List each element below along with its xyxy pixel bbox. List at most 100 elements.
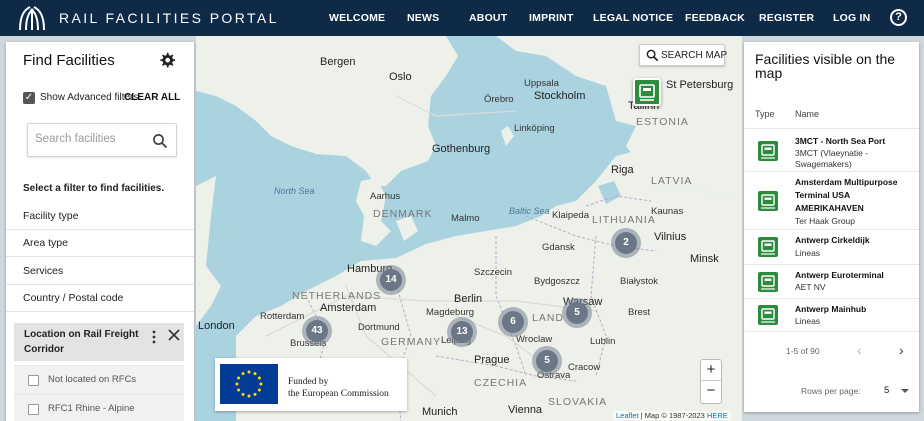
panel-title: Facilities visible on the map: [755, 51, 896, 81]
rfc-option-checkbox[interactable]: [28, 375, 39, 386]
map-copyright: | Map © 1987-2023: [640, 411, 705, 420]
funding-text: Funded by the European Commission: [288, 376, 389, 400]
place-bydgoszcz: Bydgoszcz: [534, 276, 580, 287]
column-header-type[interactable]: Type: [755, 109, 775, 119]
leaflet-link[interactable]: Leaflet: [616, 411, 639, 420]
clear-all-button[interactable]: CLEAR ALL: [124, 92, 180, 103]
terminal-icon: [758, 237, 778, 257]
facility-operator: Ter Haak Group: [795, 216, 855, 226]
eu-flag-icon: [220, 364, 278, 404]
terminal-icon: [639, 84, 655, 101]
map-cluster-43[interactable]: 43: [302, 316, 332, 346]
cluster-count: 2: [615, 232, 637, 254]
rows-per-page-select[interactable]: 5: [884, 385, 889, 396]
chevron-down-icon[interactable]: [901, 389, 909, 393]
brand-title: RAIL FACILITIES PORTAL: [59, 10, 279, 26]
place-dortmund: Dortmund: [358, 322, 400, 333]
panel-title: Find Facilities: [23, 52, 115, 69]
rfc-option-checkbox[interactable]: [28, 404, 39, 415]
place-vienna: Vienna: [508, 404, 543, 416]
nav-register[interactable]: REGISTER: [759, 12, 814, 24]
nav-about[interactable]: ABOUT: [469, 12, 507, 24]
place-netherlands: NETHERLANDS: [292, 290, 382, 302]
cluster-count: 5: [566, 302, 588, 324]
zoom-in-button[interactable]: +: [701, 360, 721, 381]
map-cluster-13[interactable]: 13: [447, 317, 477, 347]
place-st-petersburg: St Petersburg: [666, 79, 734, 91]
zoom-out-button[interactable]: −: [701, 381, 721, 402]
nav-imprint[interactable]: IMPRINT: [529, 12, 574, 24]
place-london: London: [198, 320, 235, 332]
cluster-count: 14: [380, 269, 402, 291]
cluster-count: 13: [451, 321, 473, 343]
nav-news[interactable]: NEWS: [407, 12, 439, 24]
facility-name: Antwerp Cirkeldijk: [795, 235, 870, 245]
place-czechia: CZECHIA: [474, 377, 528, 389]
zoom-control: + −: [700, 359, 722, 404]
map-cluster-5[interactable]: 5: [562, 298, 592, 328]
show-advanced-checkbox[interactable]: ✓: [23, 92, 35, 104]
search-facilities-box: [27, 123, 177, 157]
rfc-option-label: RFC1 Rhine - Alpine: [48, 403, 135, 414]
place-klaipeda: Klaipeda: [552, 210, 589, 221]
search-map-button[interactable]: SEARCH MAP: [639, 44, 727, 66]
rfc-filter-title: Location on Rail Freight Corridor: [24, 329, 139, 355]
nav-welcome[interactable]: WELCOME: [329, 12, 385, 24]
place-malmo: Malmo: [451, 213, 480, 224]
chevron-left-icon[interactable]: ‹: [857, 343, 869, 357]
map-cluster-6[interactable]: 6: [498, 307, 528, 337]
facility-row[interactable]: Amsterdam Multipurpose Terminal USA AMER…: [744, 172, 919, 230]
facility-row[interactable]: 3MCT - North Sea Port 3MCT (Vlaeynatie -…: [744, 129, 919, 172]
facility-row[interactable]: Antwerp Mainhub Lineas: [744, 299, 919, 332]
nav-feedback[interactable]: FEEDBACK: [685, 12, 745, 24]
place-latvia: LATVIA: [651, 175, 693, 187]
nav-legal-notice[interactable]: LEGAL NOTICE: [593, 12, 673, 24]
search-icon[interactable]: [152, 133, 168, 149]
cluster-count: 6: [502, 311, 524, 333]
filter-services[interactable]: Services: [6, 258, 194, 285]
place-bialystok: Białystok: [620, 276, 659, 287]
facility-row[interactable]: Antwerp Euroterminal AET NV: [744, 265, 919, 299]
more-options-icon[interactable]: [151, 330, 157, 344]
facility-marker-icon[interactable]: [633, 78, 661, 106]
place-berlin: Berlin: [454, 293, 483, 305]
filter-area-type[interactable]: Area type: [6, 230, 194, 257]
place-germany: GERMANY: [381, 336, 442, 348]
place-lithuania: LITHUANIA: [592, 214, 656, 226]
rfc-option[interactable]: RFC1 Rhine - Alpine: [14, 394, 184, 421]
column-header-name[interactable]: Name: [795, 109, 819, 119]
map-cluster-14[interactable]: 14: [376, 265, 406, 295]
here-link[interactable]: HERE: [707, 411, 728, 420]
facility-operator: AET NV: [795, 282, 826, 292]
place-aarhus: Aarhus: [370, 191, 401, 202]
filter-country-postal-code[interactable]: Country / Postal code: [6, 285, 194, 312]
place-krakow: Cracow: [568, 362, 601, 373]
facility-row[interactable]: Antwerp Cirkeldijk Lineas: [744, 230, 919, 265]
filter-facility-type[interactable]: Facility type: [6, 203, 194, 230]
map-attribution: Leaflet | Map © 1987-2023 HERE: [613, 411, 731, 420]
place-oslo: Oslo: [389, 71, 412, 83]
rfc-option[interactable]: Not located on RFCs: [14, 365, 184, 394]
map-view[interactable]: Bergen Oslo Örebro Stockholm Uppsala Tal…: [196, 36, 742, 421]
terminal-icon: [758, 191, 778, 211]
search-facilities-input[interactable]: [35, 133, 145, 145]
place-gothenburg: Gothenburg: [432, 143, 491, 155]
gear-icon[interactable]: [158, 51, 176, 69]
place-estonia: ESTONIA: [636, 116, 689, 128]
portal-logo-icon[interactable]: [16, 4, 46, 32]
nav-login[interactable]: LOG IN: [833, 12, 870, 24]
place-riga: Riga: [611, 164, 634, 176]
map-cluster-5[interactable]: 5: [532, 346, 562, 376]
place-bergen: Bergen: [320, 56, 356, 68]
place-uppsala: Uppsala: [524, 78, 559, 89]
facility-operator: Lineas: [795, 248, 821, 258]
place-stockholm: Stockholm: [534, 90, 586, 102]
funding-line-2: the European Commission: [288, 389, 389, 399]
place-amsterdam: Amsterdam: [320, 302, 377, 314]
chevron-right-icon[interactable]: ›: [899, 343, 911, 357]
help-icon[interactable]: ?: [890, 9, 907, 26]
map-cluster-2[interactable]: 2: [611, 228, 641, 258]
close-icon[interactable]: [167, 328, 181, 342]
terminal-icon: [758, 272, 778, 292]
facility-name: Antwerp Euroterminal: [795, 270, 884, 280]
